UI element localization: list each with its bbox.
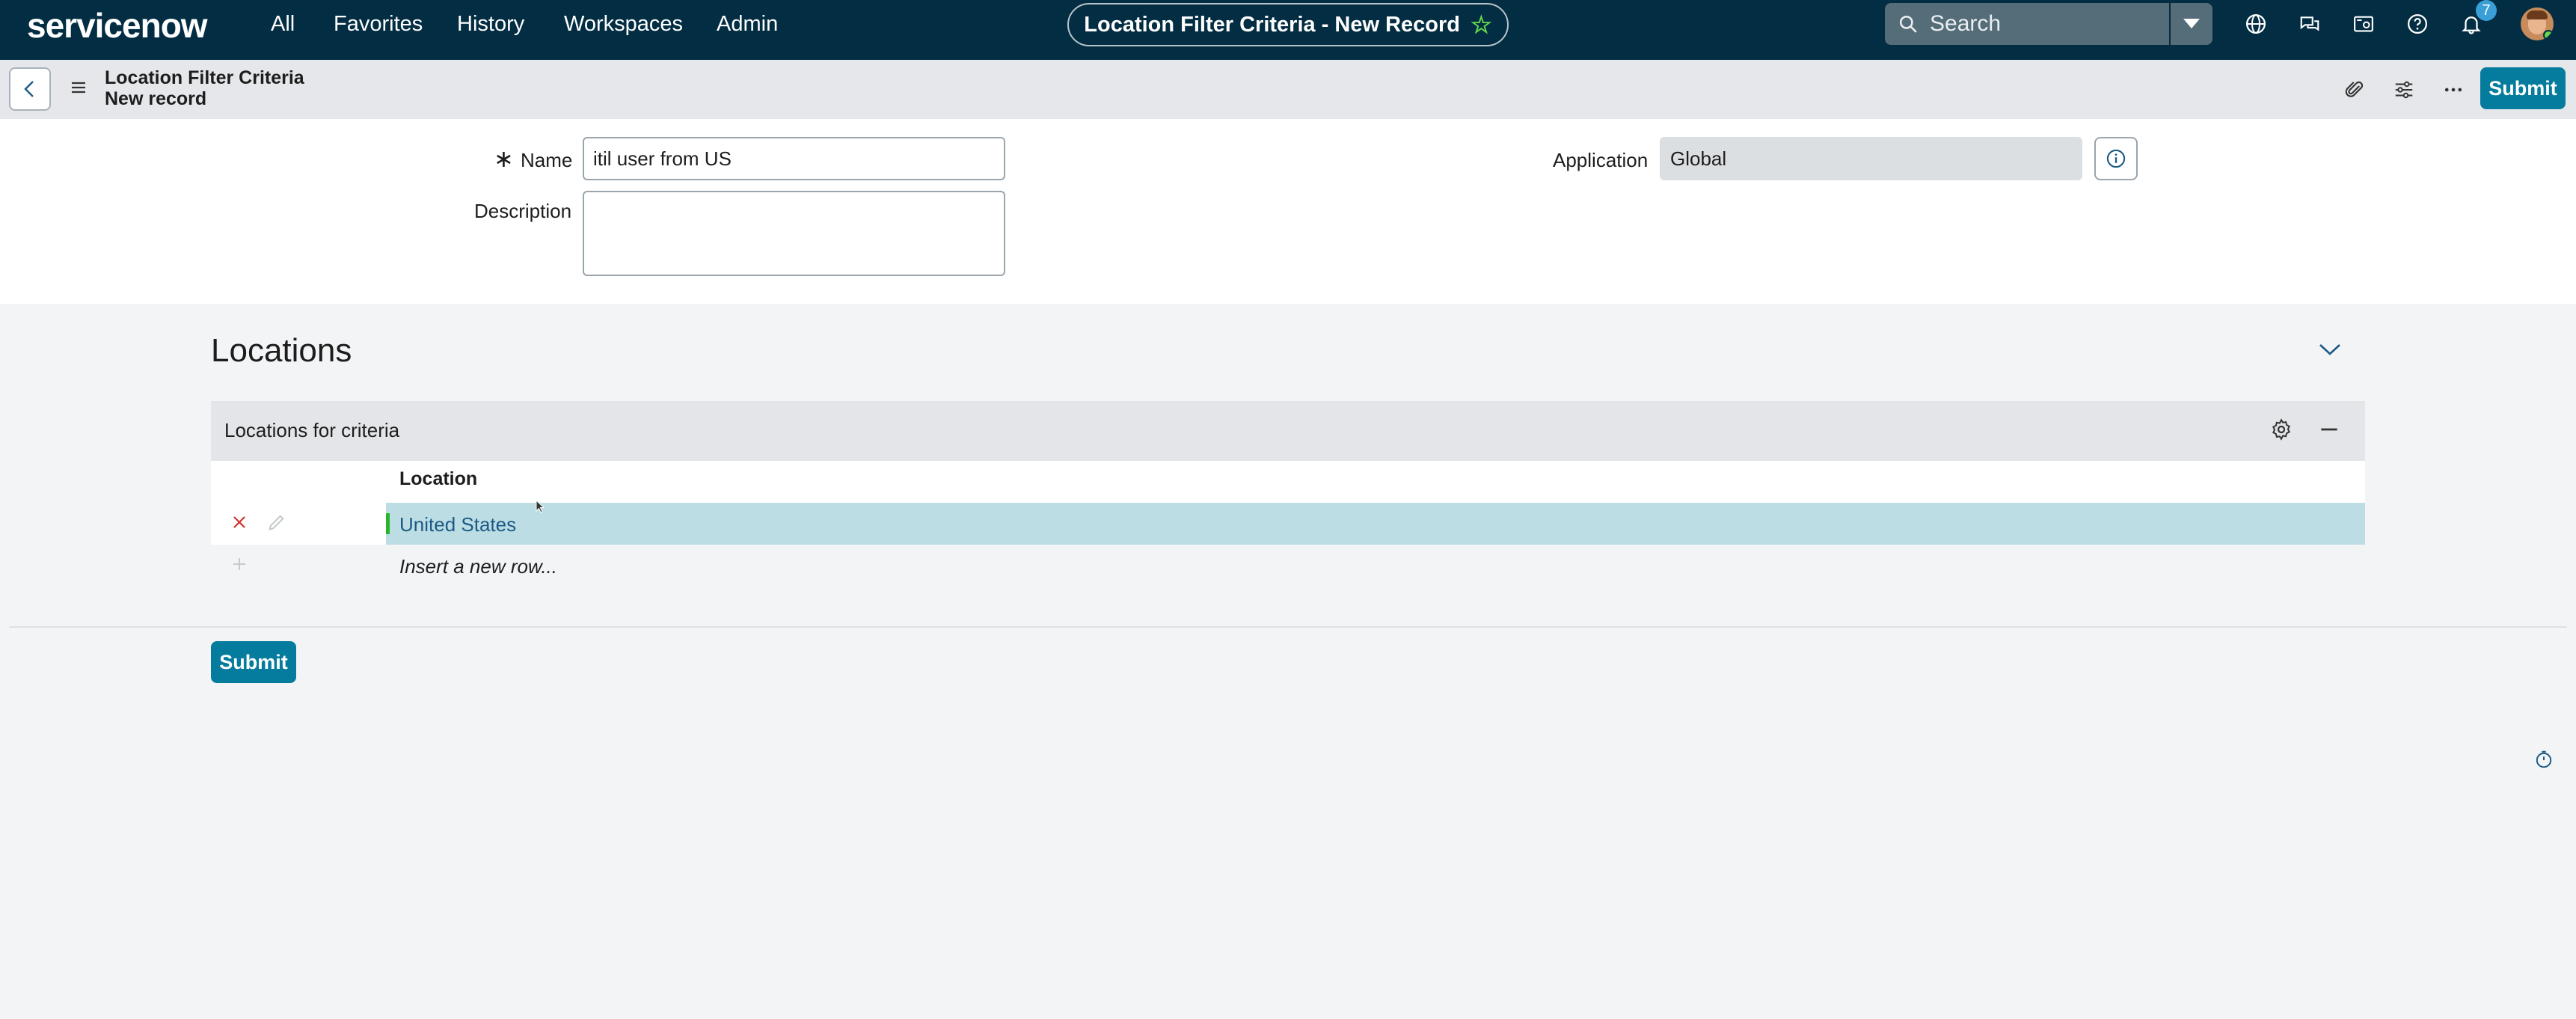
nav-all[interactable]: All xyxy=(271,0,295,48)
column-header-location[interactable]: Location xyxy=(399,468,477,490)
nav-workspaces[interactable]: Workspaces xyxy=(564,0,683,48)
record-header: Location Filter Criteria New record Subm… xyxy=(0,60,2576,119)
search-icon xyxy=(1899,15,1917,33)
notification-badge: 7 xyxy=(2476,0,2497,21)
timer-icon[interactable] xyxy=(2534,750,2554,773)
sliders-icon[interactable] xyxy=(2391,76,2417,103)
more-icon[interactable] xyxy=(2440,76,2467,103)
name-label: Name xyxy=(521,149,573,171)
description-field[interactable] xyxy=(583,191,1005,276)
mouse-cursor-icon xyxy=(536,500,545,513)
submit-button-bottom[interactable]: Submit xyxy=(211,641,296,683)
insert-new-row-link[interactable]: Insert a new row... xyxy=(399,555,557,578)
top-navigation: servicenow All Favorites History Workspa… xyxy=(0,0,2576,60)
edit-icon[interactable] xyxy=(266,512,287,536)
nav-favorites[interactable]: Favorites xyxy=(334,0,423,48)
application-info-button[interactable] xyxy=(2094,137,2138,180)
record-form: ∗ Name Description Application Global xyxy=(0,119,2576,304)
nav-admin[interactable]: Admin xyxy=(717,0,778,48)
avatar[interactable] xyxy=(2521,7,2554,40)
changed-indicator xyxy=(386,513,390,534)
star-icon[interactable]: ☆ xyxy=(1471,10,1492,39)
back-arrow-icon xyxy=(24,81,34,97)
search-scope-dropdown[interactable] xyxy=(2171,3,2212,45)
context-title-pill[interactable]: Location Filter Criteria - New Record ☆ xyxy=(1067,3,1509,46)
info-icon xyxy=(2106,149,2126,168)
help-icon[interactable] xyxy=(2402,9,2432,39)
servicenow-logo[interactable]: servicenow xyxy=(27,3,208,48)
back-button[interactable] xyxy=(9,67,51,111)
delete-icon[interactable] xyxy=(230,513,248,535)
context-title: Location Filter Criteria - New Record xyxy=(1084,12,1461,37)
screenshot-icon[interactable] xyxy=(2349,9,2379,39)
gear-icon[interactable] xyxy=(2269,417,2293,445)
chat-icon[interactable] xyxy=(2295,9,2325,39)
record-title: Location Filter Criteria New record xyxy=(105,67,304,109)
location-cell[interactable]: United States xyxy=(399,513,516,536)
record-title-line2: New record xyxy=(105,88,207,109)
globe-icon[interactable] xyxy=(2241,9,2271,39)
locations-section-title: Locations xyxy=(211,332,352,369)
application-label: Application xyxy=(1553,149,1649,171)
submit-button-top[interactable]: Submit xyxy=(2480,67,2566,109)
table-row[interactable]: United States xyxy=(211,500,2365,545)
description-label: Description xyxy=(474,200,572,222)
insert-row[interactable]: Insert a new row... xyxy=(211,545,2365,587)
section-divider xyxy=(9,626,2567,628)
selected-cell-highlight xyxy=(386,503,2365,545)
name-input[interactable] xyxy=(583,137,1005,180)
required-marker: ∗ xyxy=(494,145,514,172)
chevron-down-icon xyxy=(2183,19,2200,28)
minimize-icon[interactable] xyxy=(2317,417,2341,445)
paperclip-icon[interactable] xyxy=(2341,76,2368,103)
locations-table-header: Location xyxy=(211,461,2365,503)
global-search-input[interactable]: Search xyxy=(1885,3,2169,45)
add-icon[interactable] xyxy=(230,555,248,577)
application-field: Global xyxy=(1660,137,2082,180)
record-title-line1: Location Filter Criteria xyxy=(105,67,304,88)
related-list-header: Locations for criteria xyxy=(211,401,2365,461)
collapse-section-chevron-icon[interactable] xyxy=(2317,341,2343,361)
hamburger-icon[interactable] xyxy=(69,78,88,101)
nav-history[interactable]: History xyxy=(457,0,524,48)
search-placeholder: Search xyxy=(1930,11,2002,36)
related-list-title: Locations for criteria xyxy=(224,419,400,441)
